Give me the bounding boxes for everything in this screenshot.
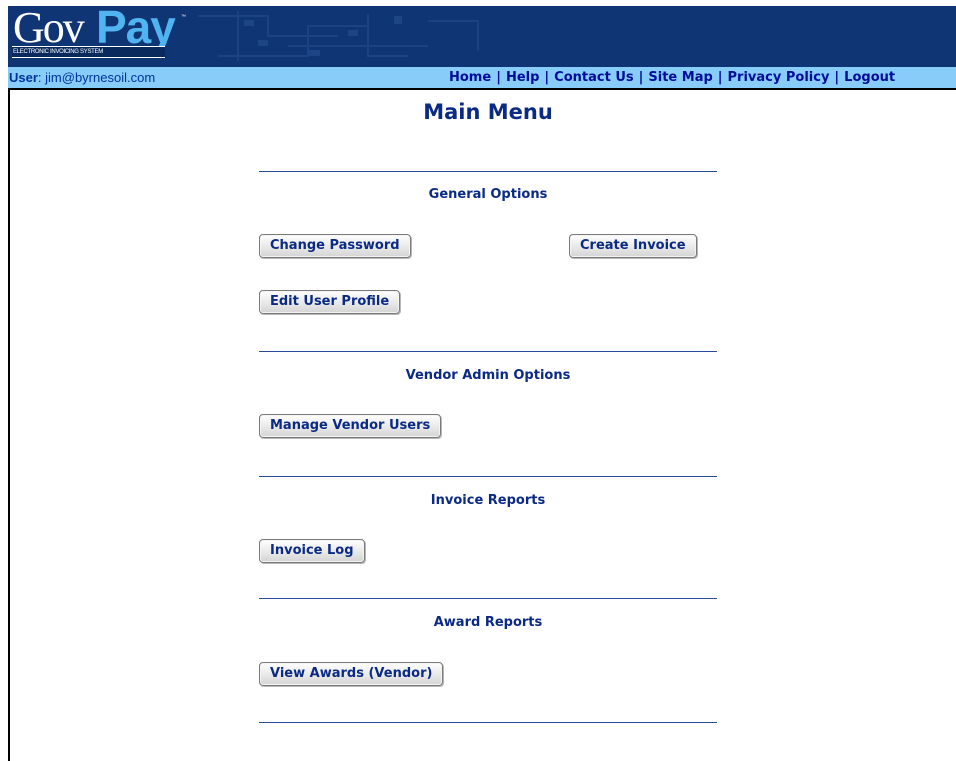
section-divider: [259, 351, 717, 352]
section-title-general-options: General Options: [428, 187, 548, 202]
edit-user-profile-button[interactable]: Edit User Profile: [259, 290, 401, 314]
nav-separator: |: [717, 70, 723, 85]
nav-links: Home | Help | Contact Us | Site Map | Privacy Po…: [449, 70, 895, 85]
section-divider: [259, 476, 717, 477]
nav-privacy-policy-link[interactable]: Privacy Policy: [728, 70, 830, 85]
nav-logout-link[interactable]: Logout: [844, 70, 895, 85]
invoice-log-button[interactable]: Invoice Log: [259, 539, 365, 563]
logo-subtitle: ELECTRONIC INVOICING SYSTEM: [12, 46, 165, 58]
user-email: : jim@byrnesoil.com: [37, 70, 156, 85]
nav-home-link[interactable]: Home: [449, 70, 491, 85]
nav-separator: |: [496, 70, 501, 85]
nav-separator: |: [834, 70, 840, 85]
user-label: User: [9, 70, 38, 85]
nav-site-map-link[interactable]: Site Map: [648, 70, 712, 85]
section-divider: [259, 171, 717, 172]
change-password-button[interactable]: Change Password: [259, 234, 411, 258]
logo-trademark: ™: [181, 14, 186, 20]
left-frame-border: [8, 90, 10, 761]
nav-separator: |: [544, 70, 550, 85]
nav-separator: |: [638, 70, 644, 85]
section-divider: [259, 722, 717, 723]
user-info: User: jim@byrnesoil.com: [9, 70, 155, 85]
section-title-invoice-reports: Invoice Reports: [430, 493, 546, 508]
view-awards-vendor-button[interactable]: View Awards (Vendor): [259, 662, 444, 686]
nav-help-link[interactable]: Help: [506, 70, 539, 85]
create-invoice-button[interactable]: Create Invoice: [569, 234, 697, 258]
manage-vendor-users-button[interactable]: Manage Vendor Users: [259, 414, 442, 438]
page-title: Main Menu: [423, 100, 553, 124]
header-banner: Gov Pay ™ ELECTRONIC INVOICING SYSTEM: [8, 6, 956, 67]
section-title-vendor-admin-options: Vendor Admin Options: [405, 368, 571, 383]
section-divider: [259, 598, 717, 599]
section-title-award-reports: Award Reports: [433, 615, 543, 630]
govpay-logo: Gov Pay ™ ELECTRONIC INVOICING SYSTEM: [11, 6, 191, 66]
nav-contact-us-link[interactable]: Contact Us: [554, 70, 633, 85]
nav-bar: User: jim@byrnesoil.com Home | Help | Contac…: [8, 67, 956, 90]
